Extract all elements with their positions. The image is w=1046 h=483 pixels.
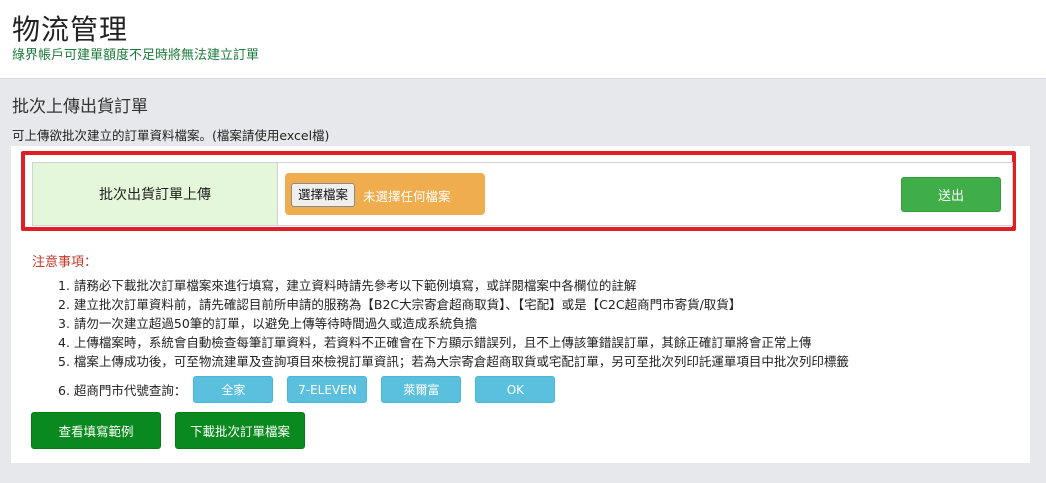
notice-title: 注意事項： xyxy=(32,255,98,270)
notice-item: 3. 請勿一次建立超過50筆的訂單，以避免上傳等待時間過久或造成系統負擔 xyxy=(58,316,478,331)
familymart-button[interactable]: 全家 xyxy=(193,376,274,403)
page-title: 物流管理 xyxy=(12,13,129,46)
notice-item: 2. 建立批次訂單資料前，請先確認目前所申請的服務為【B2C大宗寄倉超商取貨】、… xyxy=(58,297,742,312)
notice-list: 1. 請務必下載批次訂單檔案來進行填寫，建立資料時請先參考以下範例填寫，或詳閱檔… xyxy=(58,276,1018,371)
ok-mart-button[interactable]: OK xyxy=(475,376,556,403)
notice-item: 1. 請務必下載批次訂單檔案來進行填寫，建立資料時請先參考以下範例填寫，或詳閱檔… xyxy=(58,278,637,293)
seven-eleven-button[interactable]: 7-ELEVEN xyxy=(287,376,368,403)
notice-item: 5. 檔案上傳成功後，可至物流建單及查詢項目來檢視訂單資訊；若為大宗寄倉超商取貨… xyxy=(58,354,849,369)
upload-row: 批次出貨訂單上傳 選擇檔案 未選擇任何檔案 送出 xyxy=(32,162,1013,226)
notice-item: 4. 上傳檔案時，系統會自動檢查每筆訂單資料，若資料不正確會在下方顯示錯誤列，且… xyxy=(58,335,812,350)
section-description: 可上傳欲批次建立的訂單資料檔案。(檔案請使用excel檔) xyxy=(12,128,330,143)
file-status: 未選擇任何檔案 xyxy=(363,189,451,204)
section-title: 批次上傳出貨訂單 xyxy=(12,97,148,117)
page-header: 物流管理 綠界帳戶可建單額度不足時將無法建立訂單 xyxy=(0,0,1046,79)
choose-file-button[interactable]: 選擇檔案 xyxy=(291,183,356,207)
view-example-button[interactable]: 查看填寫範例 xyxy=(31,412,161,449)
store-code-label: 6. 超商門市代號查詢： xyxy=(58,383,187,398)
upload-label: 批次出貨訂單上傳 xyxy=(33,163,278,225)
hilife-button[interactable]: 萊爾富 xyxy=(381,376,462,403)
submit-button[interactable]: 送出 xyxy=(901,177,1001,212)
download-batch-file-button[interactable]: 下載批次訂單檔案 xyxy=(175,412,305,449)
file-input[interactable]: 選擇檔案 未選擇任何檔案 xyxy=(285,173,485,215)
store-code-row: 6. 超商門市代號查詢： 全家 7-ELEVEN 萊爾富 OK xyxy=(58,376,569,403)
page-subtitle: 綠界帳戶可建單額度不足時將無法建立訂單 xyxy=(12,48,260,63)
